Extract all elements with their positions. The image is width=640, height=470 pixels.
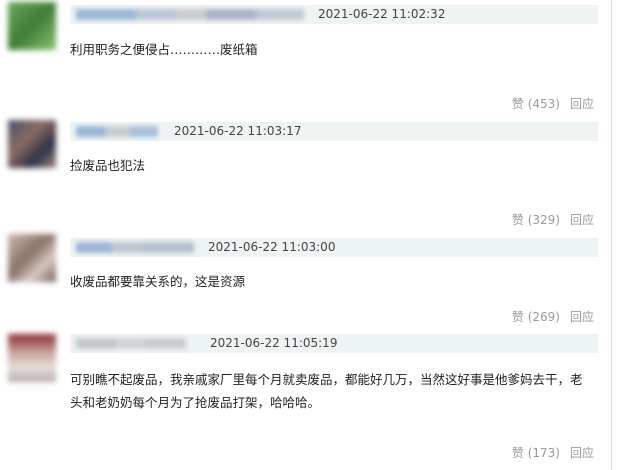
reply-button[interactable]: 回应 (570, 310, 594, 324)
comment-meta-bar: 2021-06-22 11:03:00 (70, 238, 598, 257)
user-avatar[interactable] (8, 120, 56, 168)
like-button[interactable]: 赞 (453) (512, 97, 560, 111)
comment-actions: 赞 (269) 回应 (512, 310, 594, 324)
comment-meta-bar: 2021-06-22 11:02:32 (70, 5, 598, 24)
comment-item: 2021-06-22 11:03:00 收废品都要靠关系的，这是资源 赞 (26… (0, 234, 640, 330)
reply-button[interactable]: 回应 (570, 97, 594, 111)
comment-timestamp: 2021-06-22 11:02:32 (318, 7, 446, 21)
like-label: 赞 (511, 446, 524, 460)
page-divider (611, 0, 612, 470)
like-label: 赞 (511, 97, 524, 111)
comment-text: 捡废品也犯法 (70, 158, 146, 173)
username-blurred[interactable] (76, 338, 186, 349)
comment-actions: 赞 (453) 回应 (512, 97, 594, 111)
username-blurred[interactable] (76, 9, 304, 20)
comment-text: 收废品都要靠关系的，这是资源 (70, 274, 246, 289)
like-label: 赞 (511, 213, 524, 227)
username-blurred[interactable] (76, 126, 158, 137)
comment-timestamp: 2021-06-22 11:03:00 (208, 240, 336, 254)
like-count: (453) (527, 97, 560, 111)
like-count: (269) (527, 310, 560, 324)
username-blurred[interactable] (76, 242, 194, 253)
comment-item: 2021-06-22 11:05:19 可别瞧不起废品，我亲戚家厂里每个月就卖废… (0, 330, 640, 470)
comment-meta-bar: 2021-06-22 11:03:17 (70, 122, 598, 141)
like-label: 赞 (511, 310, 524, 324)
like-button[interactable]: 赞 (329) (512, 213, 560, 227)
comment-list: 2021-06-22 11:02:32 利用职务之便侵占…………废纸箱 赞 (4… (0, 0, 640, 470)
reply-button[interactable]: 回应 (570, 446, 594, 460)
comment-item: 2021-06-22 11:02:32 利用职务之便侵占…………废纸箱 赞 (4… (0, 0, 640, 118)
comment-meta-bar: 2021-06-22 11:05:19 (70, 334, 598, 353)
like-count: (173) (527, 446, 560, 460)
like-count: (329) (527, 213, 560, 227)
user-avatar[interactable] (8, 234, 56, 282)
user-avatar[interactable] (8, 2, 56, 50)
comment-text: 利用职务之便侵占…………废纸箱 (70, 42, 258, 57)
like-button[interactable]: 赞 (269) (512, 310, 560, 324)
like-button[interactable]: 赞 (173) (512, 446, 560, 460)
comment-actions: 赞 (173) 回应 (512, 446, 594, 460)
user-avatar[interactable] (8, 334, 56, 382)
comment-text: 可别瞧不起废品，我亲戚家厂里每个月就卖废品，都能好几万，当然这好事是他爹妈去干，… (70, 372, 583, 410)
comment-actions: 赞 (329) 回应 (512, 213, 594, 227)
comment-timestamp: 2021-06-22 11:03:17 (174, 124, 302, 138)
comment-item: 2021-06-22 11:03:17 捡废品也犯法 赞 (329) 回应 (0, 118, 640, 234)
comment-timestamp: 2021-06-22 11:05:19 (210, 336, 338, 350)
reply-button[interactable]: 回应 (570, 213, 594, 227)
